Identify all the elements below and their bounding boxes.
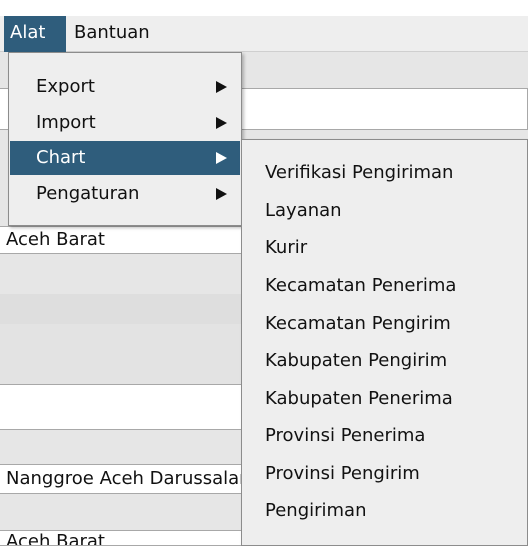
submenu-item-label: Kabupaten Penerima	[265, 388, 453, 409]
menu-item-chart-label: Chart	[36, 147, 86, 168]
kabupaten-field-1-value: Aceh Barat	[6, 229, 105, 250]
submenu-arrow-icon	[216, 188, 227, 200]
submenu-item-provinsi-pengirim[interactable]: Provinsi Pengirim	[243, 455, 526, 493]
submenu-item-kurir[interactable]: Kurir	[243, 229, 526, 267]
menu-item-pengaturan-label: Pengaturan	[36, 183, 140, 204]
submenu-arrow-icon	[216, 81, 227, 93]
menu-bantuan[interactable]: Bantuan	[68, 16, 156, 52]
submenu-item-label: Layanan	[265, 200, 342, 221]
alat-dropdown-menu: Export Import Chart Pengaturan	[8, 52, 242, 226]
menu-item-import[interactable]: Import	[10, 106, 240, 140]
submenu-item-label: Kecamatan Penerima	[265, 275, 457, 296]
submenu-arrow-icon	[216, 117, 227, 129]
menu-item-pengaturan[interactable]: Pengaturan	[10, 177, 240, 211]
submenu-item-label: Kurir	[265, 237, 308, 258]
submenu-item-provinsi-penerima[interactable]: Provinsi Penerima	[243, 417, 526, 455]
menu-bar: Alat Bantuan	[0, 16, 528, 52]
menu-alat[interactable]: Alat	[4, 16, 66, 52]
submenu-item-label: Provinsi Pengirim	[265, 463, 420, 484]
provinsi-field-value: Nanggroe Aceh Darussalam	[6, 468, 257, 489]
kabupaten-field-2-value: Aceh Barat	[6, 531, 105, 546]
submenu-item-label: Pengiriman	[265, 500, 367, 521]
chart-submenu: Verifikasi Pengiriman Layanan Kurir Keca…	[241, 139, 528, 546]
menu-item-export-label: Export	[36, 76, 95, 97]
menu-item-import-label: Import	[36, 112, 96, 133]
menu-item-export[interactable]: Export	[10, 70, 240, 104]
submenu-item-label: Kecamatan Pengirim	[265, 313, 451, 334]
submenu-arrow-icon	[216, 152, 227, 164]
submenu-item-layanan[interactable]: Layanan	[243, 192, 526, 230]
submenu-item-label: Provinsi Penerima	[265, 425, 426, 446]
submenu-item-label: Kabupaten Pengirim	[265, 350, 448, 371]
menu-item-chart[interactable]: Chart	[10, 141, 240, 175]
submenu-item-pengiriman[interactable]: Pengiriman	[243, 492, 526, 530]
submenu-item-kecamatan-pengirim[interactable]: Kecamatan Pengirim	[243, 305, 526, 343]
submenu-item-kabupaten-penerima[interactable]: Kabupaten Penerima	[243, 380, 526, 418]
submenu-item-kecamatan-penerima[interactable]: Kecamatan Penerima	[243, 267, 526, 305]
submenu-item-verifikasi-pengiriman[interactable]: Verifikasi Pengiriman	[243, 154, 526, 192]
submenu-item-label: Verifikasi Pengiriman	[265, 162, 454, 183]
submenu-item-kabupaten-pengirim[interactable]: Kabupaten Pengirim	[243, 342, 526, 380]
